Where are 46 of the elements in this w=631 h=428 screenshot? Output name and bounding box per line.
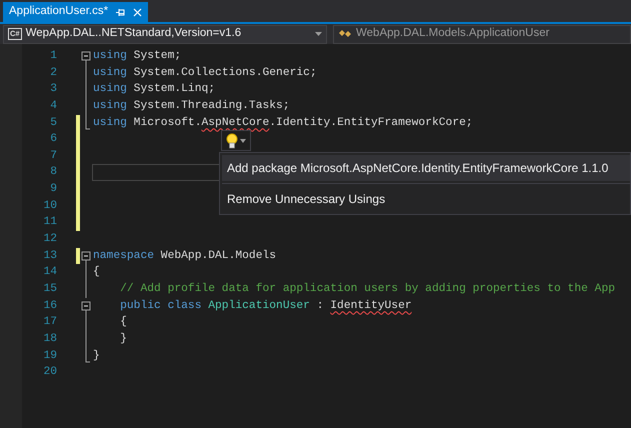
menu-item[interactable]: Remove Unnecessary Usings [222,186,630,212]
line-number: 20 [42,365,57,380]
collapse-icon[interactable] [82,52,90,60]
line-number: 5 [49,116,57,131]
collapse-icon[interactable] [82,251,90,260]
document-tab[interactable]: ApplicationUser.cs* [3,2,148,22]
code-line: } [93,350,100,362]
caret-icon [315,32,322,36]
lightbulb-icon [226,132,238,148]
code-line: { [119,316,127,328]
line-number: 13 [42,248,57,264]
close-icon[interactable] [133,8,142,16]
line-number: 19 [42,348,57,364]
line-number: 8 [49,165,57,180]
line-number: 18 [42,332,57,347]
code-line: using System.Collections.Generic; [93,66,317,79]
line-number: 15 [42,282,57,297]
line-number: 12 [42,232,57,248]
code-line: } [119,332,127,345]
lightbulb-button[interactable] [221,130,251,151]
pin-icon[interactable] [116,8,126,16]
code-line: using System; [93,50,182,62]
line-number: 17 [42,315,57,330]
line-number: 4 [49,98,57,114]
code-line: using System.Threading.Tasks; [93,100,290,112]
collapse-icon[interactable] [82,301,90,310]
line-number: 10 [42,198,57,214]
line-number: 11 [42,215,57,230]
code-line: public class ApplicationUser : IdentityUser [119,300,412,312]
code-line: using System.Linq; [93,83,216,96]
line-number: 6 [49,132,57,148]
line-number: 14 [42,265,57,280]
line-number: 9 [49,182,57,198]
line-number: 1 [49,49,57,64]
code-line: namespace WebApp.DAL.Models [93,250,276,262]
line-number: 7 [49,148,57,164]
menu-item[interactable]: Add package Microsoft.AspNetCore.Identity.EntityFrameworkCore 1.1.0 [222,155,630,181]
type-dropdown[interactable]: WebApp.DAL.Models.ApplicationUser [333,24,631,44]
code-line: using Microsoft.AspNetCore.Identity.EntityFrameworkCore; [93,116,473,129]
code-line: { [93,266,100,278]
line-number: 16 [42,298,57,314]
line-number: 3 [49,82,57,98]
caret-icon [240,138,246,142]
line-number: 2 [49,66,57,81]
code-line: // Add profile data for application users by adding properties to the App [119,282,616,295]
class-icon [338,28,352,40]
